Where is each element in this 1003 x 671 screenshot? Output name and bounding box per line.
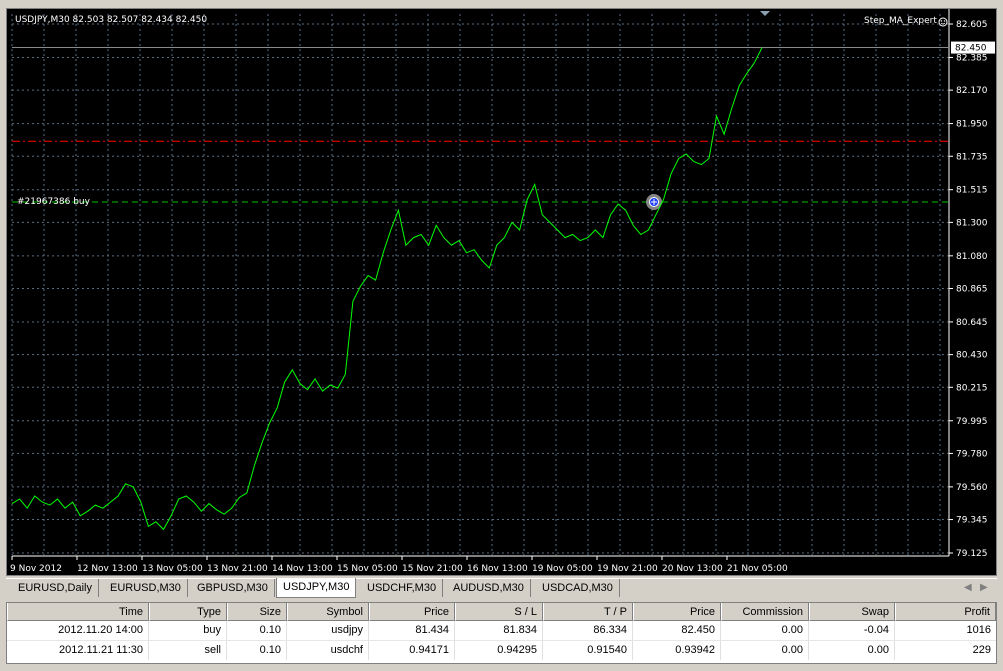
col-size[interactable]: Size: [227, 603, 287, 621]
tab-usdjpy-m30[interactable]: USDJPY,M30: [276, 578, 357, 598]
current-price-label: 82.450: [955, 44, 987, 54]
col-commission[interactable]: Commission: [721, 603, 809, 621]
chart-title: USDJPY,M30 82.503 82.507 82.434 82.450: [15, 15, 208, 25]
chart-window[interactable]: 82.605 82.385 82.170 81.950 81.735 81.515 81.3…: [6, 8, 997, 576]
cell-profit: 1016: [966, 624, 991, 636]
tab-gbpusd-m30[interactable]: GBPUSD,M30: [191, 579, 275, 597]
time-tick-label: 12 Nov 13:00: [77, 564, 138, 574]
col-sl[interactable]: S / L: [455, 603, 543, 621]
cell-profit: 229: [972, 644, 991, 656]
price-tick-label: 80.215: [956, 383, 988, 393]
price-tick-label: 79.780: [956, 449, 988, 459]
price-tick-label: 82.170: [956, 86, 988, 96]
price-tick-label: 81.950: [956, 120, 988, 130]
col-tp[interactable]: T / P: [543, 603, 633, 621]
time-tick-label: 15 Nov 05:00: [337, 564, 398, 574]
cell-sl: 81.834: [455, 621, 543, 640]
price-tick-label: 80.645: [956, 318, 988, 328]
cell-price: 0.94171: [369, 641, 455, 660]
col-price[interactable]: Price: [369, 603, 455, 621]
cell-symbol: usdchf: [287, 641, 369, 660]
time-tick-label: 9 Nov 2012: [10, 564, 62, 574]
smiley-icon[interactable]: [938, 17, 948, 27]
cell-price-current: 82.450: [633, 621, 721, 640]
cell-type: sell: [149, 641, 227, 660]
cell-size: 0.10: [227, 641, 287, 660]
price-tick-label: 80.865: [956, 285, 988, 295]
scroll-marker-icon: [760, 11, 770, 16]
tab-eurusd-daily[interactable]: EURUSD,Daily: [12, 579, 99, 597]
cell-size: 0.10: [227, 621, 287, 640]
price-tick-label: 81.080: [956, 252, 988, 262]
cell-swap: 0.00: [809, 641, 895, 660]
col-price-current[interactable]: Price: [633, 603, 721, 621]
price-tick-label: 79.995: [956, 417, 988, 427]
time-tick-label: 16 Nov 13:00: [467, 564, 528, 574]
cell-type: buy: [149, 621, 227, 640]
tab-scroll-right-icon[interactable]: ▶: [980, 582, 988, 593]
time-tick-label: 13 Nov 21:00: [207, 564, 268, 574]
trade-table: Time Type Size Symbol Price S / L T / P …: [6, 602, 997, 664]
time-tick-label: 20 Nov 13:00: [662, 564, 723, 574]
col-type[interactable]: Type: [149, 603, 227, 621]
cell-time: 2012.11.20 14:00: [7, 621, 149, 640]
time-tick-label: 13 Nov 05:00: [142, 564, 203, 574]
axis-labels: 82.605 82.385 82.170 81.950 81.735 81.515 81.3…: [10, 20, 995, 574]
tab-scroll-left-icon[interactable]: ◀: [964, 582, 972, 593]
chart-grid: [11, 14, 949, 555]
tab-eurusd-m30[interactable]: EURUSD,M30: [104, 579, 188, 597]
time-tick-label: 19 Nov 05:00: [532, 564, 593, 574]
price-tick-label: 80.430: [956, 351, 988, 361]
time-tick-label: 15 Nov 21:00: [402, 564, 463, 574]
col-symbol[interactable]: Symbol: [287, 603, 369, 621]
cell-commission: 0.00: [721, 641, 809, 660]
time-tick-label: 19 Nov 21:00: [597, 564, 658, 574]
cell-time: 2012.11.21 11:30: [7, 641, 149, 660]
expert-label[interactable]: Step_MA_Expert: [864, 16, 937, 26]
order-levels[interactable]: [12, 47, 949, 211]
cell-tp: 0.91540: [543, 641, 633, 660]
price-tick-label: 81.515: [956, 186, 988, 196]
cell-symbol: usdjpy: [287, 621, 369, 640]
tab-usdcad-m30[interactable]: USDCAD,M30: [536, 579, 620, 597]
col-swap[interactable]: Swap: [809, 603, 895, 621]
cell-tp: 86.334: [543, 621, 633, 640]
cell-sl: 0.94295: [455, 641, 543, 660]
col-profit[interactable]: Profit: [895, 603, 996, 621]
time-tick-label: 14 Nov 13:00: [272, 564, 333, 574]
chart-tabs: EURUSD,Daily EURUSD,M30 GBPUSD,M30 USDJP…: [6, 578, 997, 598]
tab-usdchf-m30[interactable]: USDCHF,M30: [361, 579, 444, 597]
price-tick-label: 82.605: [956, 20, 988, 30]
cell-commission: 0.00: [721, 621, 809, 640]
price-tick-label: 82.385: [956, 53, 988, 63]
cell-swap: -0.04: [809, 621, 895, 640]
tab-audusd-m30[interactable]: AUDUSD,M30: [447, 579, 531, 597]
time-tick-label: 21 Nov 05:00: [727, 564, 788, 574]
cell-price: 81.434: [369, 621, 455, 640]
price-tick-label: 81.735: [956, 152, 988, 162]
price-chart[interactable]: 82.605 82.385 82.170 81.950 81.735 81.515 81.3…: [7, 9, 996, 575]
price-tick-label: 81.300: [956, 218, 988, 228]
price-tick-label: 79.345: [956, 516, 988, 526]
order-label[interactable]: #21967386 buy: [17, 197, 90, 207]
price-tick-label: 79.560: [956, 483, 988, 493]
col-time[interactable]: Time: [7, 603, 149, 621]
price-tick-label: 79.125: [956, 549, 988, 559]
cell-price-current: 0.93942: [633, 641, 721, 660]
